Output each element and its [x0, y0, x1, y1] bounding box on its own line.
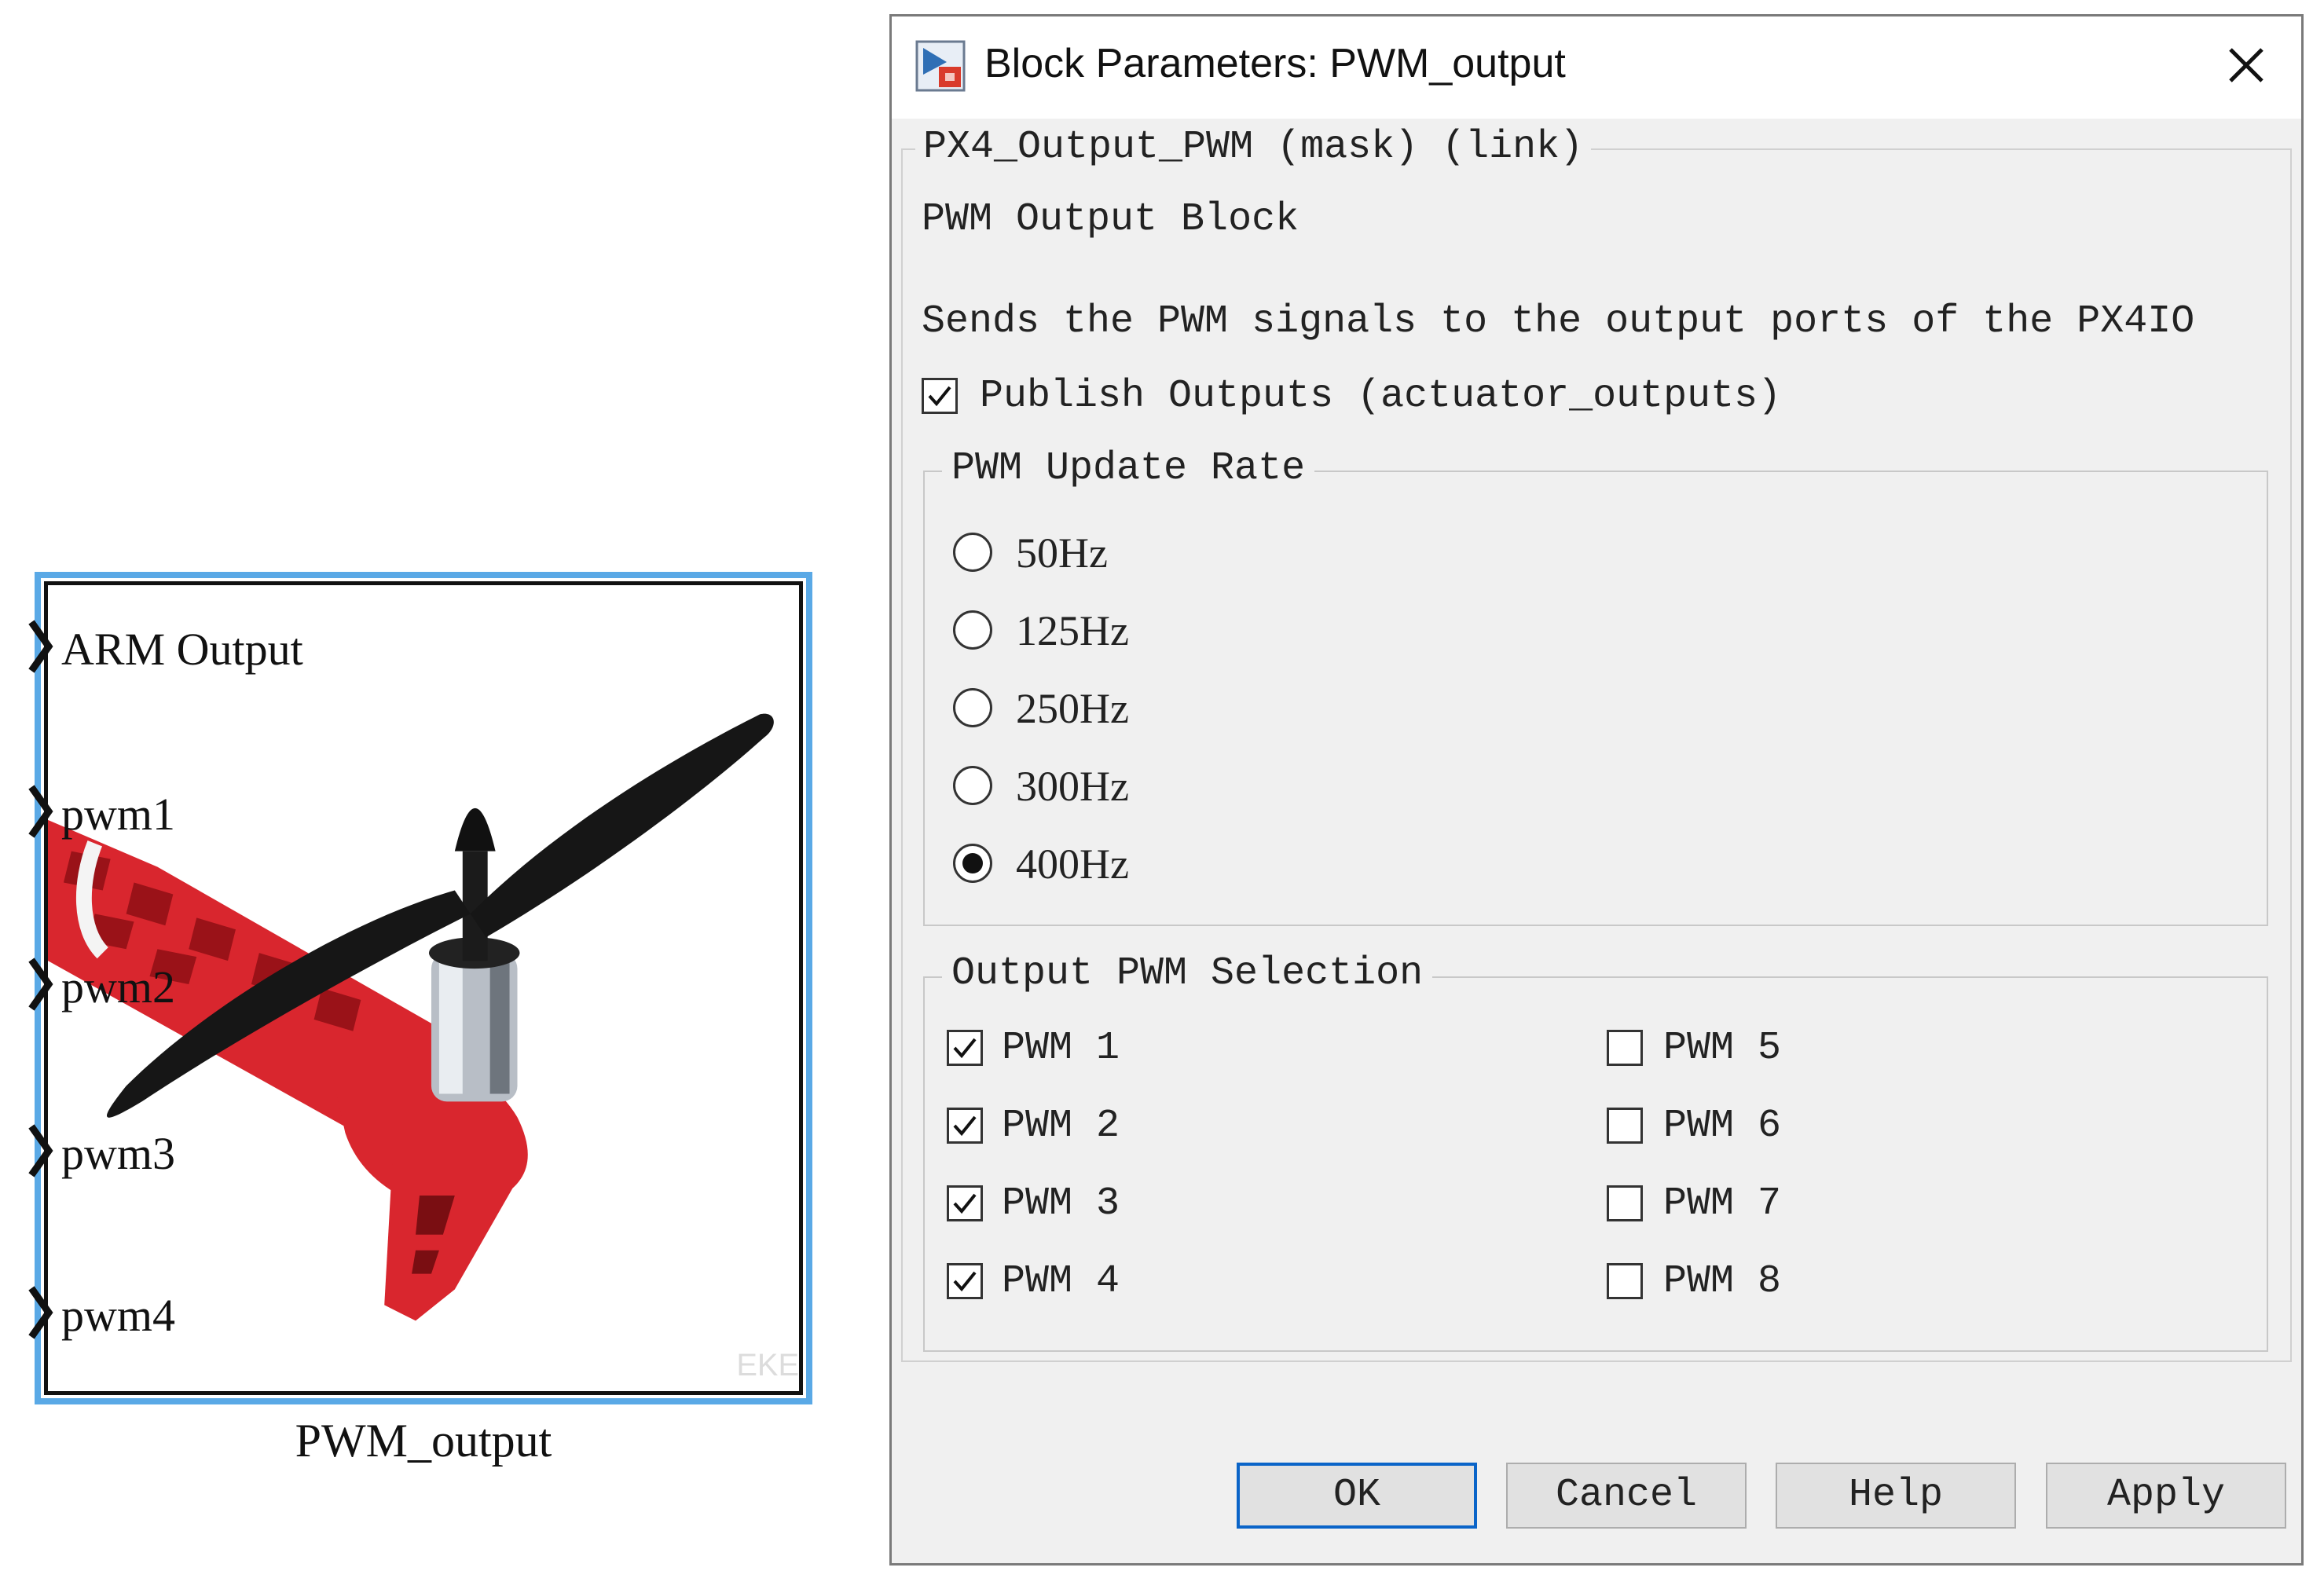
motor — [428, 807, 520, 1102]
pwm-output-block[interactable]: EKE ARM Output pwm1 pwm2 pwm3 pwm4 — [28, 572, 812, 1404]
checkmark-icon — [953, 1115, 977, 1137]
pwm8-checkbox[interactable] — [1607, 1263, 1643, 1299]
port-label-pwm1: pwm1 — [61, 789, 175, 840]
checkmark-icon — [953, 1193, 977, 1214]
output-pwm-selection-group — [923, 976, 2268, 1352]
svg-text:EKE: EKE — [736, 1348, 799, 1382]
pwm6-checkbox[interactable] — [1607, 1108, 1643, 1144]
pwm-update-rate-title: PWM Update Rate — [942, 446, 1315, 491]
close-icon[interactable] — [2215, 34, 2278, 97]
input-port-pwm3-arrow-icon[interactable] — [28, 1123, 55, 1178]
dialog-title: Block Parameters: PWM_output — [984, 41, 1566, 86]
rate-label-250hz: 250Hz — [1016, 685, 1129, 732]
pwm7-checkbox[interactable] — [1607, 1185, 1643, 1221]
pwm6-label: PWM 6 — [1663, 1104, 1782, 1148]
port-label-pwm3: pwm3 — [61, 1128, 175, 1179]
rate-radio-400hz[interactable] — [953, 844, 992, 883]
pwm3-label: PWM 3 — [1002, 1181, 1120, 1226]
port-label-pwm4: pwm4 — [61, 1290, 175, 1341]
block-parameters-dialog: Block Parameters: PWM_output PX4_Output_… — [889, 14, 2304, 1566]
cancel-button[interactable]: Cancel — [1506, 1463, 1747, 1529]
rate-label-125hz: 125Hz — [1016, 607, 1129, 654]
block-name-label[interactable]: PWM_output — [35, 1414, 812, 1468]
pwm5-checkbox[interactable] — [1607, 1030, 1643, 1066]
block-description: Sends the PWM signals to the output port… — [922, 299, 2195, 344]
publish-outputs-checkbox[interactable] — [922, 378, 958, 414]
radio-selected-dot-icon — [962, 853, 983, 873]
rate-radio-250hz[interactable] — [953, 688, 992, 727]
pwm5-label: PWM 5 — [1663, 1026, 1782, 1071]
pwm3-checkbox[interactable] — [947, 1185, 983, 1221]
rate-label-300hz: 300Hz — [1016, 763, 1129, 810]
dialog-titlebar[interactable]: Block Parameters: PWM_output — [892, 16, 2301, 119]
input-port-pwm2-arrow-icon[interactable] — [28, 957, 55, 1012]
apply-button[interactable]: Apply — [2046, 1463, 2286, 1529]
checkmark-icon — [953, 1038, 977, 1059]
port-label-pwm2: pwm2 — [61, 961, 175, 1013]
pwm1-checkbox[interactable] — [947, 1030, 983, 1066]
port-label-arm-output: ARM Output — [61, 624, 303, 675]
pwm1-label: PWM 1 — [1002, 1026, 1120, 1071]
pwm7-label: PWM 7 — [1663, 1181, 1782, 1226]
rate-label-50hz: 50Hz — [1016, 529, 1108, 577]
rate-radio-50hz[interactable] — [953, 533, 992, 572]
rate-radio-125hz[interactable] — [953, 610, 992, 650]
checkmark-icon — [953, 1271, 977, 1292]
rate-label-400hz: 400Hz — [1016, 840, 1129, 888]
rate-radio-300hz[interactable] — [953, 766, 992, 805]
pwm4-label: PWM 4 — [1002, 1259, 1120, 1304]
input-port-pwm4-arrow-icon[interactable] — [28, 1285, 55, 1340]
simulink-block-icon — [915, 40, 966, 92]
block-description-title: PWM Output Block — [922, 197, 1299, 242]
ok-button[interactable]: OK — [1237, 1463, 1477, 1529]
publish-outputs-label: Publish Outputs (actuator_outputs) — [980, 374, 1782, 419]
output-pwm-selection-title: Output PWM Selection — [942, 951, 1433, 996]
pwm2-checkbox[interactable] — [947, 1108, 983, 1144]
pwm8-label: PWM 8 — [1663, 1259, 1782, 1304]
input-port-arm-arrow-icon[interactable] — [28, 619, 55, 674]
mask-title: PX4_Output_PWM (mask) (link) — [915, 125, 1592, 170]
input-port-pwm1-arrow-icon[interactable] — [28, 784, 55, 839]
checkmark-icon — [928, 386, 951, 407]
pwm2-label: PWM 2 — [1002, 1104, 1120, 1148]
help-button[interactable]: Help — [1776, 1463, 2016, 1529]
pwm4-checkbox[interactable] — [947, 1263, 983, 1299]
